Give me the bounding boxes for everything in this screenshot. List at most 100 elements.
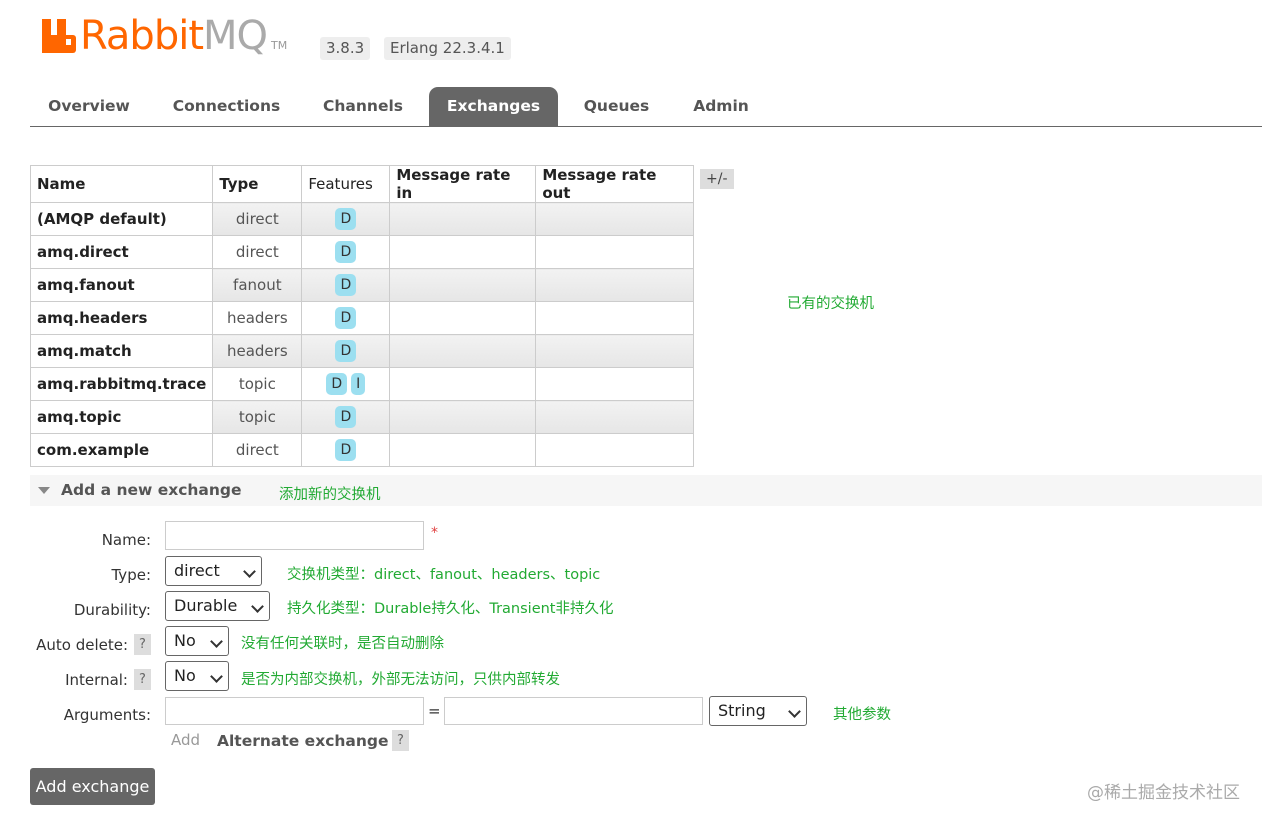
table-row: amq.rabbitmq.trace topic DI [29, 367, 695, 401]
exchange-features: D [301, 334, 391, 368]
exchange-features: D [301, 301, 391, 335]
alternate-exchange-link[interactable]: Alternate exchange [217, 732, 389, 750]
chevron-down-icon [243, 565, 256, 578]
durable-badge: D [335, 406, 357, 428]
exchange-features: D [301, 202, 391, 236]
table-row: com.example direct D [29, 433, 695, 467]
exchange-name-link[interactable]: com.example [29, 433, 214, 467]
exchange-name-link[interactable]: amq.topic [29, 400, 214, 434]
exchange-name-link[interactable]: amq.headers [29, 301, 214, 335]
message-rate-out [535, 268, 695, 302]
durable-badge: D [335, 340, 357, 362]
chevron-down-icon [788, 705, 801, 718]
main-nav-tabs: Overview Connections Channels Exchanges … [30, 87, 1262, 127]
trademark: TM [271, 39, 288, 52]
exchange-type: direct [212, 433, 303, 467]
durable-badge: D [335, 439, 357, 461]
exchange-type: direct [212, 202, 303, 236]
logo-text: RabbitMQ [80, 13, 268, 59]
message-rate-out [535, 400, 695, 434]
exchange-name-link[interactable]: (AMQP default) [29, 202, 214, 236]
watermark: @稀土掘金技术社区 [1087, 783, 1240, 803]
exchange-type: headers [212, 301, 303, 335]
annotation-existing-exchanges: 已有的交换机 [787, 296, 874, 312]
exchange-name-link[interactable]: amq.fanout [29, 268, 214, 302]
internal-help-icon[interactable]: ? [134, 669, 151, 690]
exchange-name-link[interactable]: amq.rabbitmq.trace [29, 367, 214, 401]
message-rate-in [389, 235, 537, 269]
column-header-type[interactable]: Type [212, 165, 303, 203]
argument-key-input[interactable] [165, 697, 424, 725]
column-header-message-rate-in[interactable]: Message rate in [389, 165, 537, 203]
message-rate-in [389, 400, 537, 434]
annotation-arguments: 其他参数 [833, 707, 891, 723]
internal-badge: I [351, 373, 366, 395]
message-rate-in [389, 334, 537, 368]
column-header-message-rate-out[interactable]: Message rate out [535, 165, 695, 203]
exchange-type: fanout [212, 268, 303, 302]
auto-delete-select[interactable]: No [165, 626, 229, 656]
argument-type-select[interactable]: String [709, 696, 807, 726]
auto-delete-select-value: No [174, 631, 196, 650]
message-rate-in [389, 301, 537, 335]
durability-select-value: Durable [174, 596, 238, 615]
durable-badge: D [335, 208, 357, 230]
name-label: Name: [101, 531, 151, 549]
annotation-auto-delete: 没有任何关联时，是否自动删除 [241, 636, 444, 652]
type-label: Type: [111, 566, 151, 584]
exchange-features: D [301, 268, 391, 302]
message-rate-out [535, 367, 695, 401]
exchange-type: topic [212, 367, 303, 401]
tab-connections[interactable]: Connections [163, 87, 290, 126]
exchange-features: D [301, 433, 391, 467]
message-rate-out [535, 202, 695, 236]
table-row: amq.fanout fanout D [29, 268, 695, 302]
add-exchange-section-header[interactable]: Add a new exchange [30, 475, 1262, 506]
add-argument-link[interactable]: Add [171, 731, 200, 749]
auto-delete-help-icon[interactable]: ? [134, 634, 151, 655]
message-rate-in [389, 367, 537, 401]
message-rate-out [535, 433, 695, 467]
durability-label: Durability: [73, 601, 151, 619]
exchange-type: direct [212, 235, 303, 269]
internal-select[interactable]: No [165, 661, 229, 691]
exchange-features: D [301, 235, 391, 269]
message-rate-in [389, 268, 537, 302]
table-row: amq.match headers D [29, 334, 695, 368]
tab-queues[interactable]: Queues [574, 87, 659, 126]
exchange-name-link[interactable]: amq.match [29, 334, 214, 368]
internal-label: Internal: [65, 671, 128, 689]
annotation-add-new: 添加新的交换机 [279, 487, 381, 503]
column-header-features: Features [301, 165, 391, 203]
tab-overview[interactable]: Overview [30, 87, 148, 126]
section-title: Add a new exchange [61, 481, 242, 499]
name-input[interactable] [165, 521, 424, 550]
durable-badge: D [335, 307, 357, 329]
durability-select[interactable]: Durable [165, 591, 270, 621]
durable-badge: D [335, 274, 357, 296]
table-row: amq.headers headers D [29, 301, 695, 335]
column-header-name[interactable]: Name [29, 165, 214, 203]
auto-delete-label: Auto delete: [36, 636, 128, 654]
tab-admin[interactable]: Admin [681, 87, 761, 126]
exchange-type: topic [212, 400, 303, 434]
equals-sign: = [428, 702, 441, 720]
message-rate-out [535, 334, 695, 368]
message-rate-out [535, 301, 695, 335]
column-toggle-button[interactable]: +/- [700, 169, 734, 189]
message-rate-in [389, 433, 537, 467]
type-select[interactable]: direct [165, 556, 262, 586]
argument-value-input[interactable] [444, 697, 703, 725]
alternate-exchange-help-icon[interactable]: ? [392, 730, 409, 751]
add-exchange-button[interactable]: Add exchange [30, 768, 155, 805]
annotation-durability: 持久化类型：Durable持久化、Transient非持久化 [287, 601, 614, 617]
rabbitmq-logo: RabbitMQ TM [42, 14, 287, 58]
exchange-name-link[interactable]: amq.direct [29, 235, 214, 269]
chevron-down-icon [210, 635, 223, 648]
required-marker: * [431, 525, 438, 541]
tab-exchanges[interactable]: Exchanges [429, 87, 558, 126]
chevron-down-icon [210, 670, 223, 683]
table-row: amq.direct direct D [29, 235, 695, 269]
tab-channels[interactable]: Channels [311, 87, 415, 126]
message-rate-out [535, 235, 695, 269]
